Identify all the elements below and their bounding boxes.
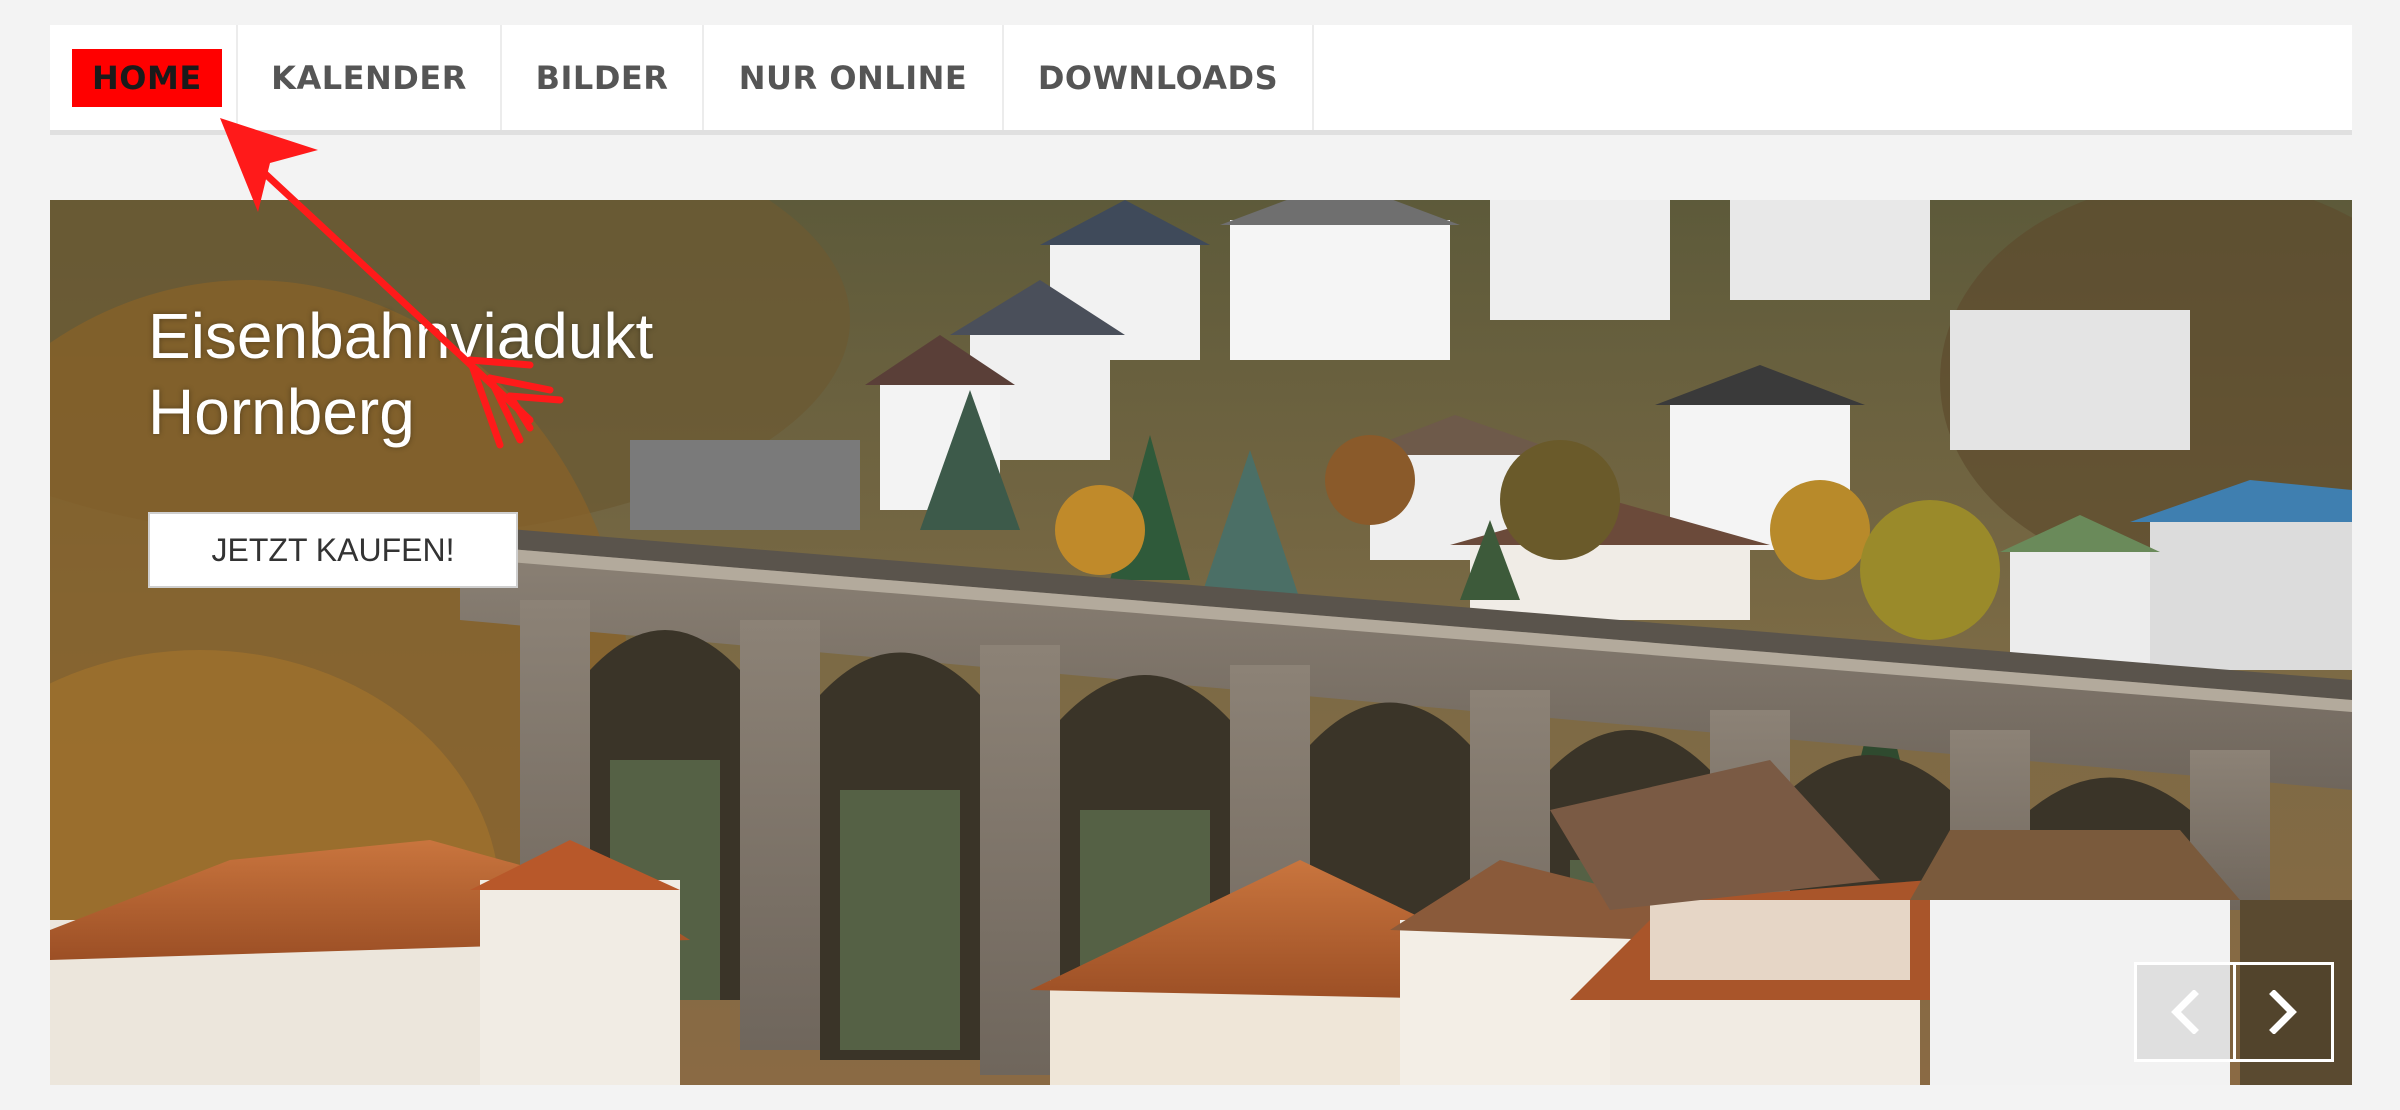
nav-label-kalender: KALENDER	[271, 58, 467, 97]
slider-controls	[2134, 962, 2334, 1062]
chevron-left-icon	[2170, 990, 2199, 1034]
chevron-right-icon	[2269, 990, 2298, 1034]
slider-next-button[interactable]	[2235, 965, 2331, 1059]
nav-item-nur-online[interactable]: NUR ONLINE	[704, 25, 1004, 130]
hero-slider: Eisenbahnviadukt Hornberg JETZT KAUFEN!	[50, 200, 2352, 1085]
nav-item-bilder[interactable]: BILDER	[502, 25, 704, 130]
slide-title-line-2: Hornberg	[148, 376, 415, 448]
nav-label-home: HOME	[72, 48, 222, 107]
slide-title: Eisenbahnviadukt Hornberg	[148, 298, 653, 450]
slide-title-line-1: Eisenbahnviadukt	[148, 300, 654, 372]
nav-label-bilder: BILDER	[535, 58, 669, 97]
buy-now-button[interactable]: JETZT KAUFEN!	[148, 512, 518, 588]
nav-item-kalender[interactable]: KALENDER	[238, 25, 502, 130]
nav-label-nur-online: NUR ONLINE	[738, 58, 968, 97]
slider-prev-button[interactable]	[2137, 965, 2236, 1059]
nav-item-downloads[interactable]: DOWNLOADS	[1004, 25, 1314, 130]
main-navigation: HOME KALENDER BILDER NUR ONLINE DOWNLOAD…	[50, 25, 2352, 135]
nav-item-home[interactable]: HOME	[50, 25, 238, 130]
nav-label-downloads: DOWNLOADS	[1037, 58, 1279, 97]
